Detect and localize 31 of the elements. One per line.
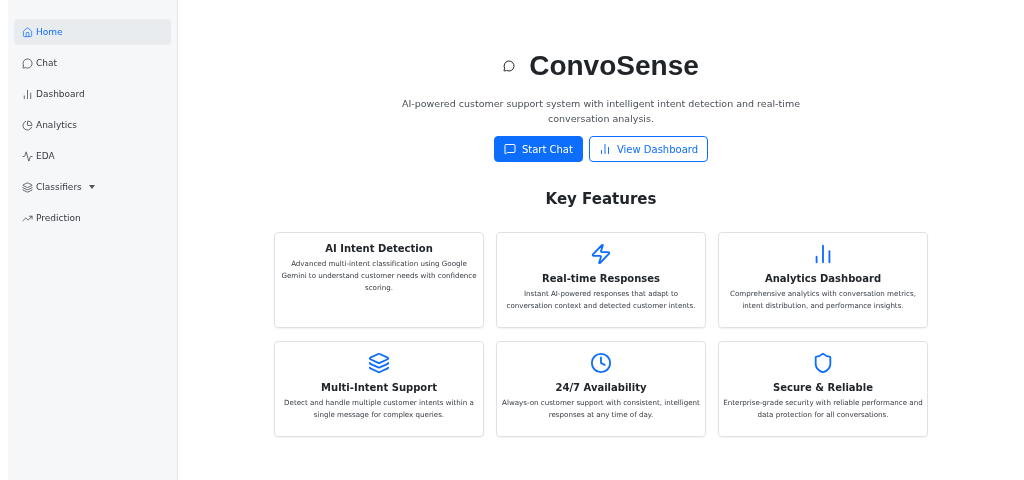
app-title: ConvoSense (529, 50, 699, 82)
nav-link[interactable]: Classifiers (14, 174, 171, 200)
app-description: AI-powered customer support system with intelligent intent detection and real-time conversation analysis. (401, 97, 801, 126)
clock-icon (590, 352, 612, 374)
pie-chart-icon (22, 119, 33, 131)
chat-bubble-icon (503, 60, 516, 72)
bar-chart-icon (22, 88, 33, 100)
section-heading: Key Features (545, 190, 657, 208)
feature-title: Multi-Intent Support (321, 382, 437, 393)
house-icon (22, 26, 33, 38)
lightning-icon (590, 243, 612, 265)
feature-title: 24/7 Availability (555, 382, 647, 393)
message-icon (503, 143, 516, 155)
chat-bubble-icon (22, 57, 33, 69)
nav-link[interactable]: Analytics (14, 112, 171, 138)
feature-title: Analytics Dashboard (764, 273, 882, 284)
feature-title: Secure & Reliable (773, 382, 873, 393)
nav-button[interactable]: View Dashboard (588, 136, 709, 162)
layers-icon (22, 181, 33, 193)
nav-link[interactable]: Home (14, 19, 171, 45)
nav-link[interactable]: Chat (14, 50, 171, 76)
feature-title: AI Intent Detection (325, 243, 433, 254)
nav-link[interactable]: Prediction (14, 205, 171, 231)
nav-link[interactable]: Dashboard (14, 81, 171, 107)
shield-icon (812, 352, 834, 374)
layers-icon (368, 352, 390, 374)
pulse-icon (22, 150, 33, 162)
feature-title: Real-time Responses (542, 273, 660, 284)
nav-button[interactable]: Start Chat (493, 136, 583, 162)
nav-link[interactable]: EDA (14, 143, 171, 169)
bar-chart-icon (598, 143, 611, 155)
